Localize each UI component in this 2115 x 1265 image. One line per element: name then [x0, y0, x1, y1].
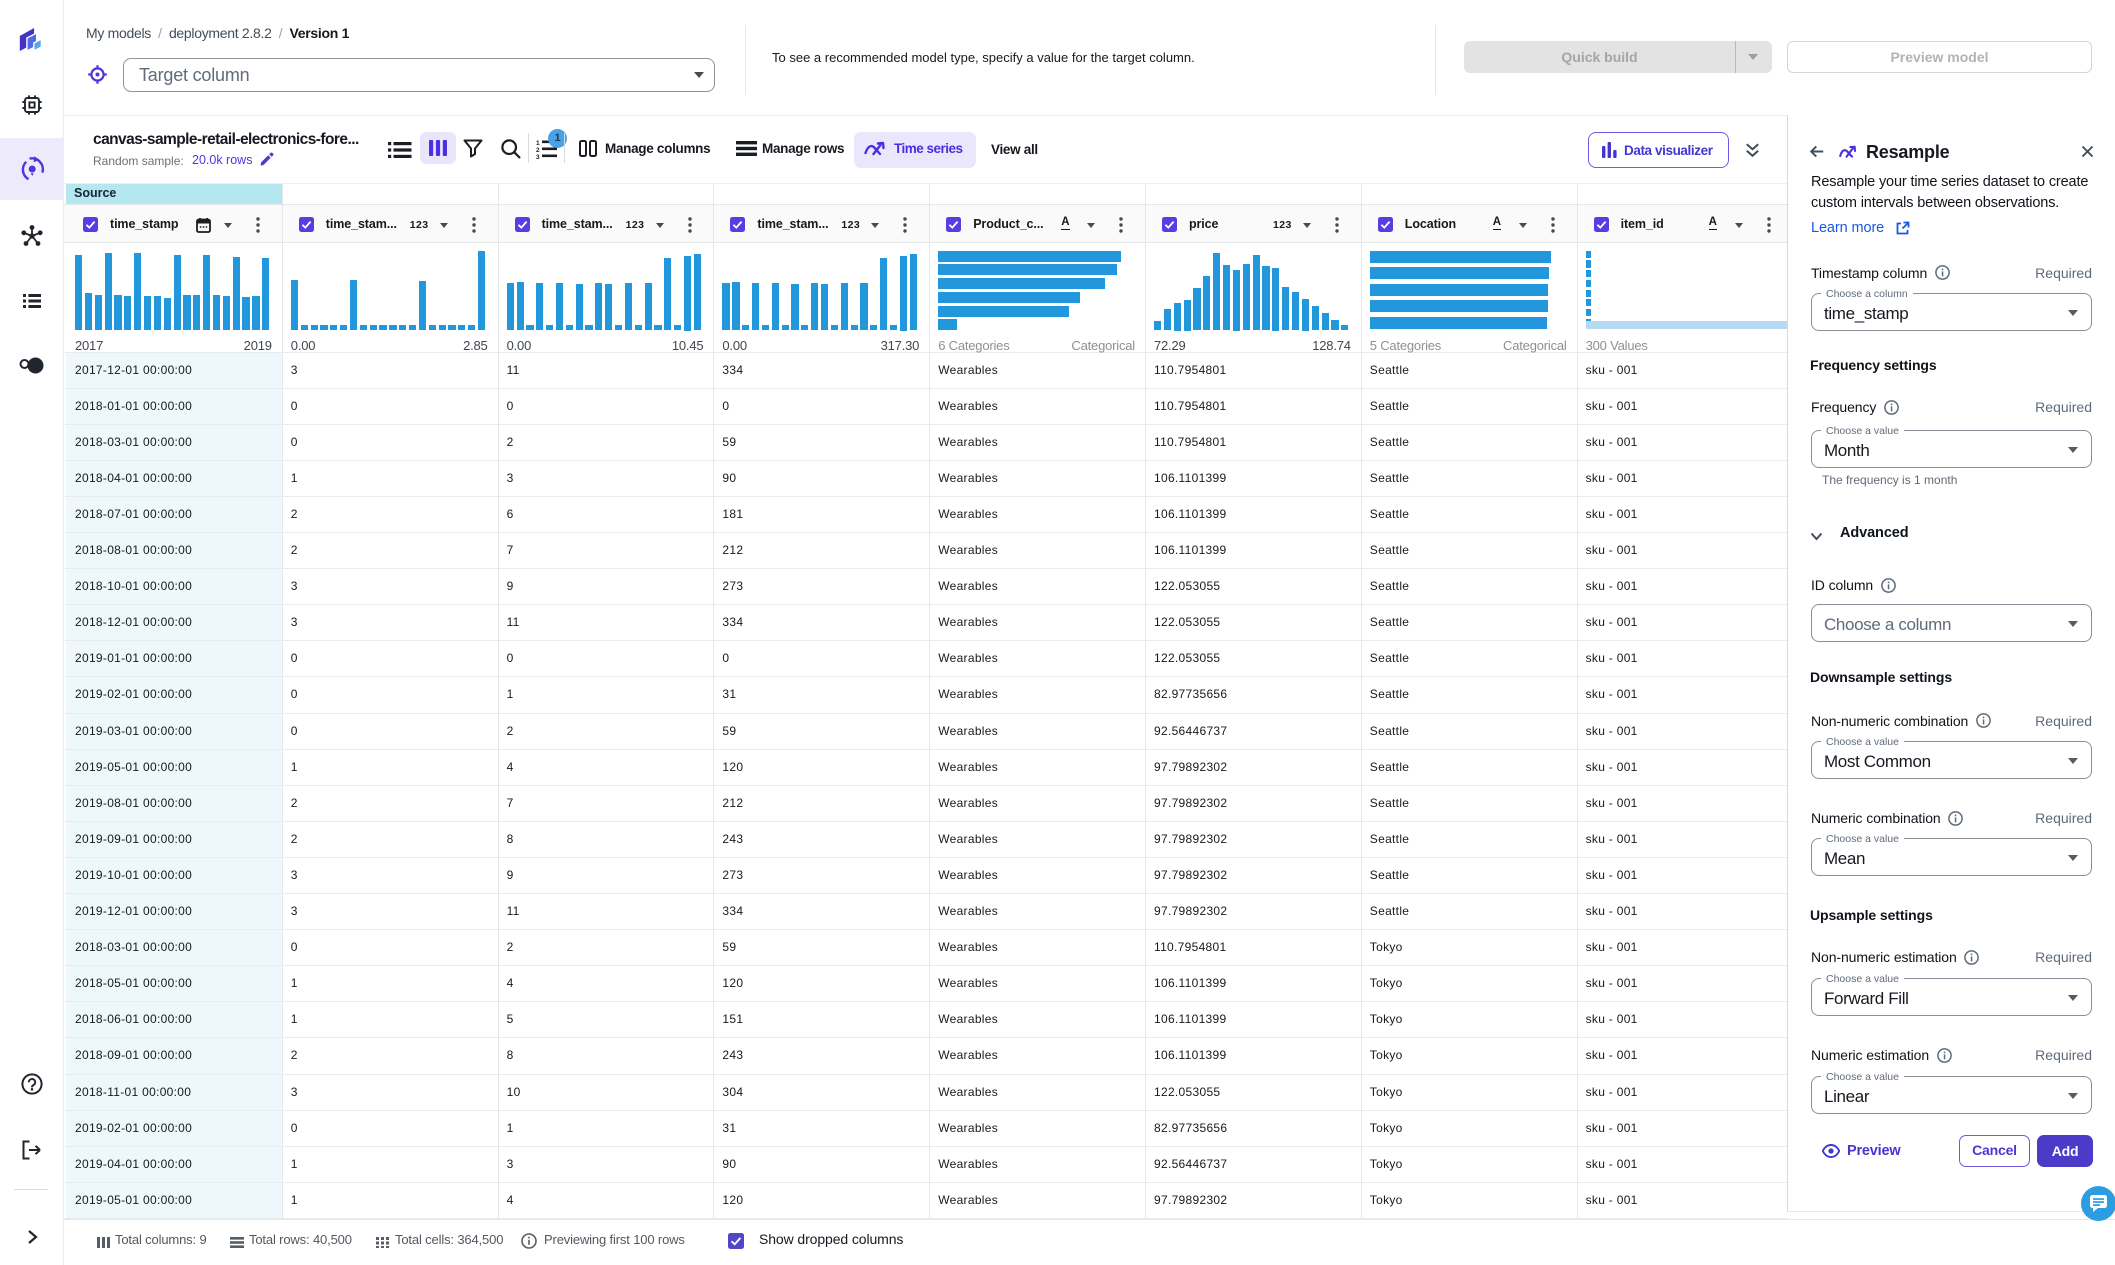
svg-text:3: 3	[536, 154, 540, 159]
svg-text:1: 1	[536, 140, 540, 147]
svg-text:2: 2	[536, 147, 540, 154]
